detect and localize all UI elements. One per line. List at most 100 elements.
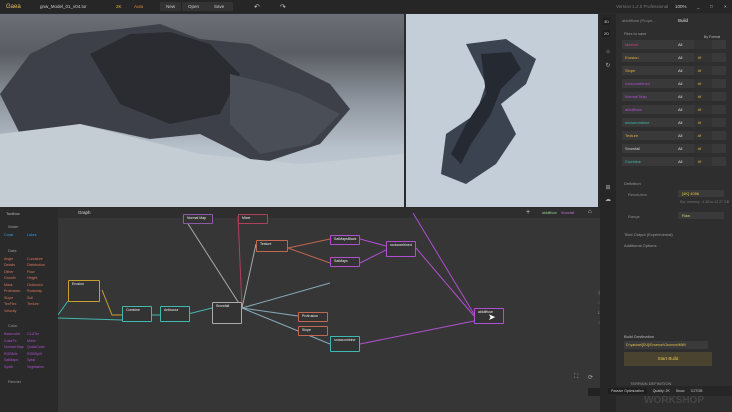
toolbox-node-item[interactable]: Distribution — [27, 263, 45, 267]
file-row[interactable]: Mesher All — [622, 40, 726, 49]
file-row[interactable]: abldiffuse All .tif — [622, 105, 726, 114]
graph-node[interactable]: SatMaps — [330, 257, 360, 267]
toolbox-node-item[interactable]: ColorFx — [4, 339, 17, 343]
files-section-header[interactable]: Files to save — [624, 31, 646, 36]
undo-icon[interactable]: ↶ — [254, 3, 260, 11]
viewport-2d[interactable] — [406, 14, 598, 207]
graph-node[interactable]: Erosion — [68, 280, 100, 302]
toolbox-node-item[interactable]: Protrusion — [4, 289, 20, 293]
toolbox-node-item[interactable]: RGBMix — [4, 352, 17, 356]
open-button[interactable]: Open — [182, 2, 206, 11]
close-icon[interactable]: × — [724, 4, 727, 9]
graph-node[interactable]: SatMapsBlack — [330, 235, 360, 245]
toolbox-node-item[interactable]: Mask — [4, 283, 13, 287]
toolbox-node-item[interactable]: Coast — [4, 233, 13, 237]
file-format-select[interactable]: .tif — [694, 157, 712, 166]
file-format-select[interactable]: .tif — [694, 79, 712, 88]
file-all-select[interactable]: All — [678, 146, 694, 151]
file-row[interactable]: Erosion All .tif — [622, 53, 726, 62]
graph-node[interactable]: Protrusion — [298, 312, 328, 322]
graph-node[interactable]: Combine — [122, 306, 152, 322]
toolbox-node-item[interactable]: Vegetation — [27, 365, 44, 369]
file-row[interactable]: Slope All .tif — [622, 66, 726, 75]
resolution-dropdown[interactable]: [4K] 4096 — [678, 190, 724, 197]
sun-icon[interactable]: ☼ — [604, 48, 612, 56]
graph-tool-icons[interactable]: ◎◌⊔○ — [598, 288, 600, 328]
file-all-select[interactable]: All — [678, 55, 694, 60]
start-build-button[interactable]: Start Build — [624, 352, 712, 366]
graph-node[interactable]: Slope — [298, 326, 328, 336]
file-row[interactable]: Normal Map All .tif — [622, 92, 726, 101]
view-2d-button[interactable]: 2D — [603, 30, 611, 37]
build-destination-input[interactable]: D:\yashar\[DU]\Gnomon\Gnomon\MW\ — [624, 341, 708, 349]
toolbox-section-header[interactable]: Color — [8, 323, 18, 328]
file-format-select[interactable]: .tif — [694, 144, 712, 153]
graph-node[interactable]: rockcombined — [386, 241, 416, 257]
app-menu[interactable]: Gaea — [6, 4, 21, 10]
toolbox-node-item[interactable]: Flow — [27, 270, 35, 274]
toolbox-node-item[interactable]: Slope — [4, 296, 13, 300]
sort-select[interactable]: By Format — [704, 35, 720, 39]
file-all-select[interactable]: All — [678, 159, 694, 164]
graph-editor[interactable]: Graph + abldiffuse Snowfall ⌂ Normal Map… — [58, 208, 600, 412]
mode-select[interactable]: Auto — [134, 4, 143, 9]
file-format-select[interactable]: .tif — [694, 131, 712, 140]
file-all-select[interactable]: All — [678, 107, 694, 112]
cloud-icon[interactable]: ☁ — [604, 196, 612, 204]
graph-node[interactable]: Mixer — [238, 214, 268, 224]
toolbox-node-item[interactable]: Velocity — [4, 309, 16, 313]
toolbox-node-item[interactable]: Normal Map — [4, 345, 24, 349]
toolbox-node-item[interactable]: Rockmap — [27, 289, 42, 293]
zoom-select[interactable]: 100% — [675, 4, 687, 9]
file-all-select[interactable]: All — [678, 42, 694, 47]
toolbox-node-item[interactable]: Basecolor — [4, 332, 20, 336]
file-all-select[interactable]: All — [678, 94, 694, 99]
definition-header[interactable]: Definition — [624, 181, 641, 186]
graph-node[interactable]: snowcombine — [330, 336, 360, 352]
refresh-icon[interactable]: ↻ — [604, 62, 612, 70]
graph-node[interactable]: Snowfall — [212, 302, 242, 324]
toolbox-node-item[interactable]: Splat — [27, 358, 35, 362]
file-row[interactable]: Texture All .tif — [622, 131, 726, 140]
tab-build[interactable]: Build — [678, 18, 688, 23]
optimization-status[interactable]: Passive Optimization — [608, 388, 647, 394]
toolbox-node-item[interactable]: Occlusion — [27, 283, 43, 287]
toolbox-section-header[interactable]: Render — [8, 379, 21, 384]
view-3d-button[interactable]: 3D — [603, 18, 611, 25]
toolbox-section-header[interactable]: Data — [8, 248, 16, 253]
file-all-select[interactable]: All — [678, 68, 694, 73]
toolbox-node-item[interactable]: QuickColor — [27, 345, 45, 349]
toolbox-node-item[interactable]: Synth — [4, 365, 13, 369]
file-format-select[interactable] — [694, 40, 712, 49]
toolbox-node-item[interactable]: Growth — [4, 276, 16, 280]
file-format-select[interactable]: .tif — [694, 118, 712, 127]
fit-view-icon[interactable]: ⛶ — [574, 374, 578, 381]
toolbox-node-item[interactable]: Height — [27, 276, 37, 280]
graph-node[interactable]: Normal Map — [183, 214, 213, 224]
tab-properties[interactable]: abldiffuse (Prope... — [622, 18, 656, 23]
resolution-select[interactable]: 2K — [116, 4, 122, 9]
toolbox-node-item[interactable]: RGBSplit — [27, 352, 42, 356]
toolbox-section-header[interactable]: Water — [8, 224, 19, 229]
file-row[interactable]: snowcombine All .tif — [622, 118, 726, 127]
sync-icon[interactable]: ⟳ — [588, 374, 593, 381]
file-all-select[interactable]: All — [678, 120, 694, 125]
toolbox-node-item[interactable]: Mixer — [27, 339, 36, 343]
file-row[interactable]: Snowfall All .tif — [622, 144, 726, 153]
grid-icon[interactable]: ⊞ — [604, 184, 612, 192]
graph-node[interactable]: Texture — [256, 240, 288, 252]
file-row[interactable]: rockcombined All .tif — [622, 79, 726, 88]
viewport-3d[interactable] — [0, 14, 404, 207]
file-format-select[interactable]: .tif — [694, 92, 712, 101]
file-all-select[interactable]: All — [678, 133, 694, 138]
toolbox-node-item[interactable]: Soil — [27, 296, 33, 300]
redo-icon[interactable]: ↷ — [280, 3, 286, 11]
tiled-output-header[interactable]: Tiled Output (Experimental) — [624, 232, 673, 237]
range-dropdown[interactable]: Raw — [678, 212, 724, 219]
toolbox-node-item[interactable]: Dither — [4, 270, 14, 274]
save-button[interactable]: Save — [205, 2, 234, 11]
new-button[interactable]: New — [160, 2, 182, 11]
toolbox-node-item[interactable]: CLUTer — [27, 332, 39, 336]
file-format-select[interactable]: .tif — [694, 53, 712, 62]
toolbox-node-item[interactable]: Lakes — [27, 233, 37, 237]
